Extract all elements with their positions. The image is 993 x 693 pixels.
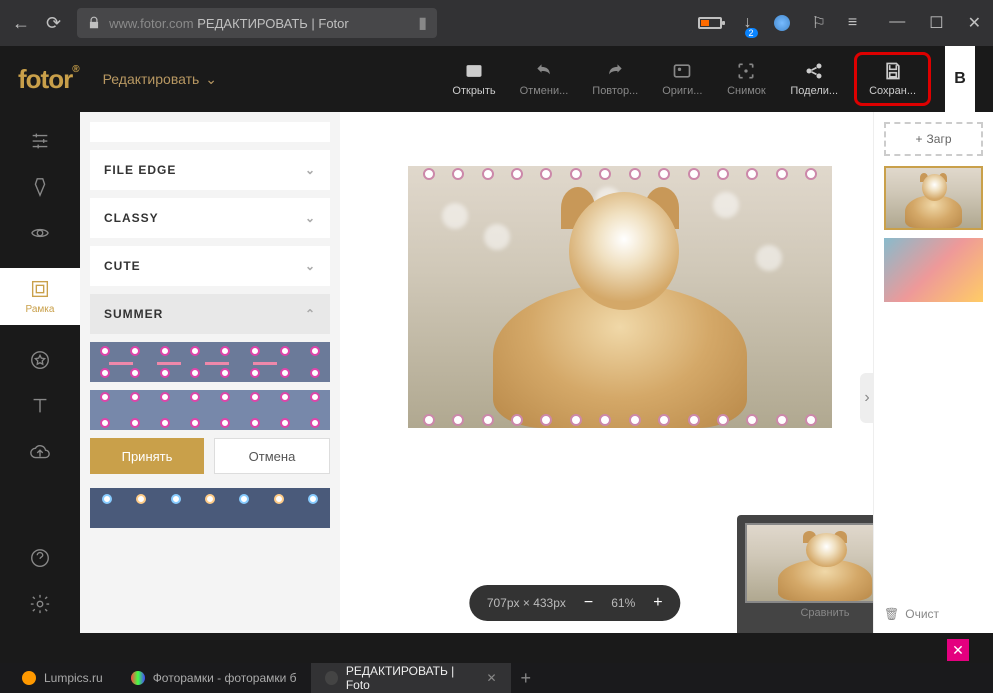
category-file-edge[interactable]: FILE EDGE⌄ (90, 150, 330, 190)
trash-icon: 🗑 (884, 607, 899, 621)
rail-sticker[interactable] (29, 349, 51, 371)
maximize-button[interactable]: ☐ (929, 13, 943, 33)
zoom-out-button[interactable]: − (584, 594, 593, 612)
upload-button[interactable]: +Загр (884, 122, 983, 156)
favicon (325, 671, 338, 685)
frame-preset-1[interactable] (90, 342, 330, 382)
apply-button[interactable]: Принять (90, 438, 204, 474)
rail-beauty[interactable] (29, 222, 51, 244)
rail-frame[interactable]: Рамка (0, 268, 80, 325)
snapshot-button[interactable]: Снимок (718, 57, 774, 101)
lock-icon (87, 16, 101, 30)
chevron-down-icon: ⌄ (205, 71, 217, 88)
ad-bar: ✕ (0, 633, 993, 667)
canvas-dimensions: 707px × 433px (487, 596, 566, 610)
thumbnail-2[interactable] (884, 238, 983, 302)
logo[interactable]: fotor® (18, 64, 79, 95)
undo-button[interactable]: Отмени... (512, 57, 577, 101)
close-window-button[interactable]: ✕ (968, 13, 981, 33)
url-bar[interactable]: www.fotor.com РЕДАКТИРОВАТЬ | Fotor ▮ (77, 8, 437, 38)
frame-preset-2[interactable] (90, 390, 330, 430)
browser-tabstrip: Lumpics.ru Фоторамки - фоторамки б РЕДАК… (0, 663, 993, 693)
rail-cloud[interactable] (29, 441, 51, 463)
right-panel: › +Загр 🗑Очист (873, 112, 993, 633)
save-button[interactable]: Сохран... (861, 57, 924, 101)
back-button[interactable]: ← (12, 13, 30, 34)
tab-close-button[interactable]: ✕ (486, 671, 496, 685)
rail-adjust[interactable] (29, 130, 51, 152)
collapse-right-panel[interactable]: › (860, 373, 874, 423)
clear-button[interactable]: 🗑Очист (884, 607, 983, 621)
zoom-bar: 707px × 433px − 61% + (469, 585, 681, 621)
mode-dropdown[interactable]: Редактировать⌄ (103, 71, 217, 88)
ad-close-button[interactable]: ✕ (947, 639, 969, 661)
bookmarks-icon[interactable]: ⚐ (812, 13, 826, 33)
share-button[interactable]: Подели... (782, 57, 846, 101)
main-area: Рамка FILE EDGE⌄ CLASSY⌄ CUTE⌄ SUMMER⌃ П… (0, 112, 993, 633)
frame-preset-3[interactable] (90, 488, 330, 528)
url-text: www.fotor.com РЕДАКТИРОВАТЬ | Fotor (109, 16, 349, 31)
thumbnail-1[interactable] (884, 166, 983, 230)
frames-panel: FILE EDGE⌄ CLASSY⌄ CUTE⌄ SUMMER⌃ Принять… (80, 112, 340, 633)
frame-overlay-bottom (408, 412, 832, 428)
original-button[interactable]: Ориги... (654, 57, 710, 101)
plus-icon: + (916, 132, 923, 146)
chevron-up-icon: ⌃ (305, 307, 316, 321)
favicon (131, 671, 145, 685)
canvas-area[interactable]: 707px × 433px − 61% + Сравнить ↘ (340, 112, 873, 633)
minimize-button[interactable]: — (889, 13, 905, 33)
chevron-down-icon: ⌄ (305, 211, 316, 225)
empty-category[interactable] (90, 122, 330, 142)
header-right-letter[interactable]: В (945, 46, 975, 112)
rail-text[interactable] (29, 395, 51, 417)
new-tab-button[interactable]: + (511, 668, 542, 689)
compare-label: Сравнить (745, 607, 873, 619)
menu-button[interactable]: ≡ (848, 14, 857, 32)
extension-icon[interactable] (774, 15, 790, 31)
category-summer[interactable]: SUMMER⌃ (90, 294, 330, 334)
rail-help[interactable] (29, 547, 51, 569)
minimap[interactable]: Сравнить ↘ (737, 515, 873, 633)
bookmark-icon[interactable]: ▮ (418, 13, 427, 33)
chevron-down-icon: ⌄ (305, 163, 316, 177)
redo-button[interactable]: Повтор... (584, 57, 646, 101)
canvas-image[interactable] (408, 166, 832, 428)
zoom-in-button[interactable]: + (653, 594, 662, 612)
battery-icon (698, 17, 722, 29)
cancel-button[interactable]: Отмена (214, 438, 330, 474)
app-header: fotor® Редактировать⌄ Открыть Отмени... … (0, 46, 993, 112)
chevron-down-icon: ⌄ (305, 259, 316, 273)
open-button[interactable]: Открыть (444, 57, 503, 101)
left-rail: Рамка (0, 112, 80, 633)
tab-3[interactable]: РЕДАКТИРОВАТЬ | Foto✕ (311, 663, 511, 693)
category-classy[interactable]: CLASSY⌄ (90, 198, 330, 238)
browser-titlebar: ← ⟳ www.fotor.com РЕДАКТИРОВАТЬ | Fotor … (0, 0, 993, 46)
reload-button[interactable]: ⟳ (46, 13, 61, 34)
rail-settings[interactable] (29, 593, 51, 615)
frame-overlay-top (408, 166, 832, 182)
downloads-button[interactable]: ↓2 (744, 14, 752, 32)
category-cute[interactable]: CUTE⌄ (90, 246, 330, 286)
tab-2[interactable]: Фоторамки - фоторамки б (117, 663, 311, 693)
favicon (22, 671, 36, 685)
rail-effect[interactable] (29, 176, 51, 198)
tab-1[interactable]: Lumpics.ru (8, 663, 117, 693)
save-button-highlight: Сохран... (854, 52, 931, 106)
zoom-value: 61% (611, 596, 635, 610)
